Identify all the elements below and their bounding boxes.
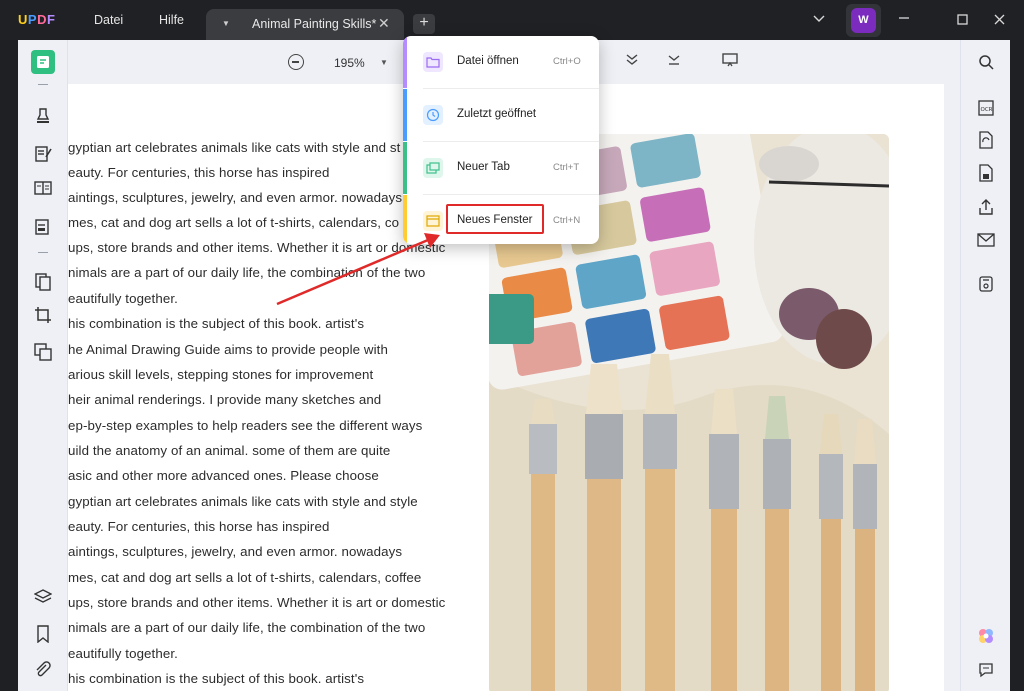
annotation-arrow xyxy=(276,233,440,306)
